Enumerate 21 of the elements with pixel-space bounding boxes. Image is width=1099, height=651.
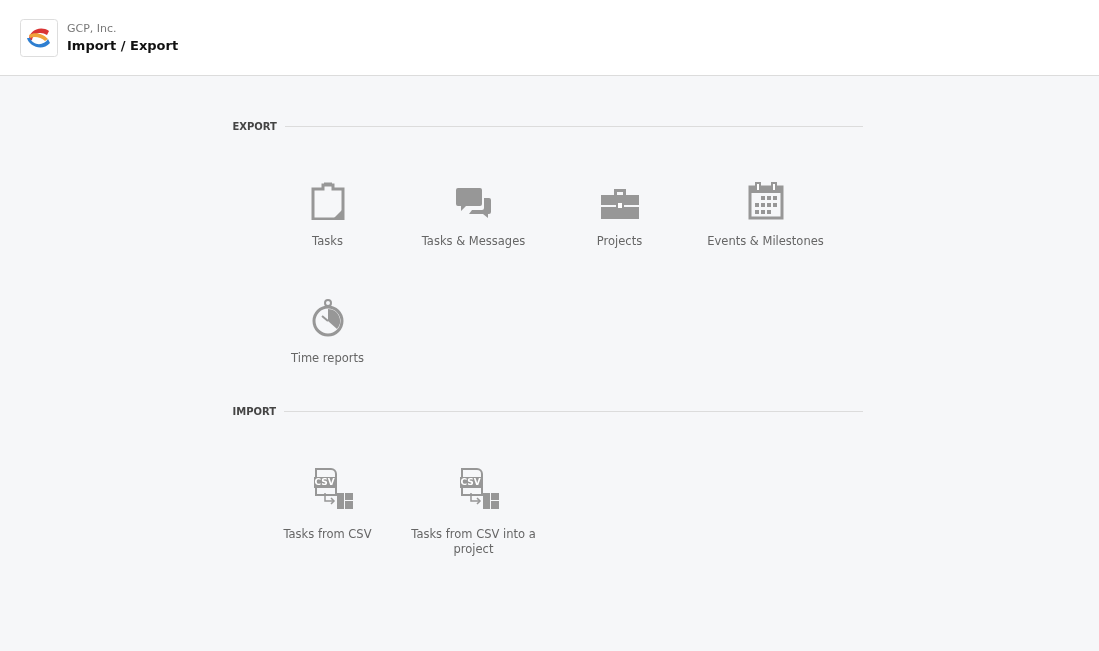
page-title: Import / Export: [67, 38, 179, 53]
section-heading: IMPORT: [232, 406, 277, 417]
company-name: GCP, Inc.: [67, 22, 118, 35]
import-option[interactable]: CSV Tasks from CSV: [254, 465, 401, 557]
export-option[interactable]: Time reports: [254, 297, 401, 366]
export-option[interactable]: Projects: [546, 180, 693, 249]
briefcase-icon: [599, 186, 640, 220]
stopwatch-icon: [310, 299, 345, 337]
arrow-into-grid-icon: [467, 492, 500, 510]
arrow-into-grid-icon: [321, 492, 354, 510]
import-option[interactable]: CSV Tasks from CSV into a project: [400, 465, 547, 557]
csv-file-icon: CSV: [314, 468, 337, 496]
speech-bubbles-icon: [454, 186, 493, 220]
export-option[interactable]: Tasks & Messages: [400, 180, 547, 249]
section-heading: EXPORT: [232, 121, 277, 132]
csv-file-icon: CSV: [460, 468, 483, 496]
clipboard-icon: [309, 182, 346, 220]
company-logo: [20, 18, 58, 57]
export-option[interactable]: Events & Milestones: [692, 180, 839, 249]
calendar-icon: [747, 182, 784, 220]
export-option[interactable]: Tasks: [254, 180, 401, 249]
